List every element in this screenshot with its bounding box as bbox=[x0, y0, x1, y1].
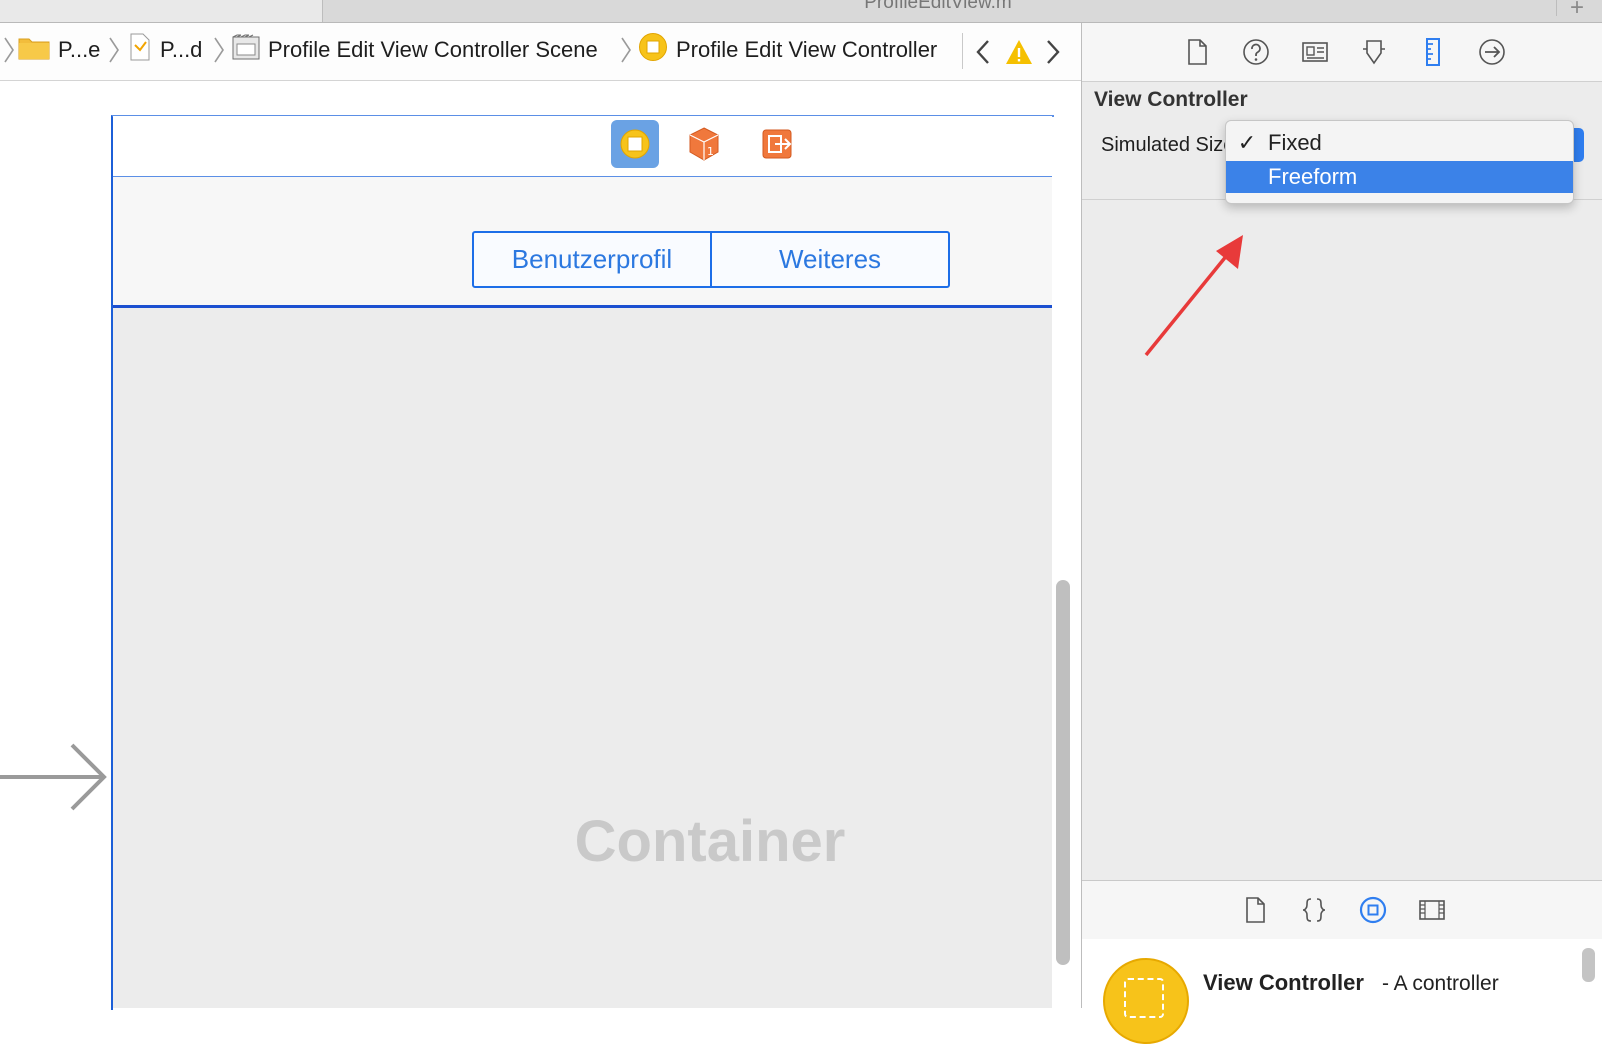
scene-dock: 1 bbox=[113, 116, 1052, 177]
annotation-arrow-icon bbox=[1140, 225, 1260, 360]
simulated-size-label: Simulated Size bbox=[1101, 134, 1229, 156]
segmented-control[interactable]: Benutzerprofil Weiteres bbox=[472, 231, 950, 288]
connections-inspector-icon[interactable] bbox=[1477, 37, 1507, 67]
breadcrumb-label: P...d bbox=[160, 37, 203, 62]
breadcrumb-label: Profile Edit View Controller Scene bbox=[268, 37, 598, 62]
container-label: Container bbox=[574, 809, 846, 874]
quick-help-icon[interactable] bbox=[1241, 37, 1271, 67]
breadcrumb-item-storyboard[interactable]: P...d bbox=[128, 33, 203, 67]
view-controller-icon bbox=[638, 32, 668, 68]
library-scrollbar[interactable] bbox=[1582, 948, 1595, 982]
breadcrumb-separator bbox=[212, 35, 226, 65]
breadcrumb-item-view-controller[interactable]: Profile Edit View Controller bbox=[638, 32, 938, 68]
chevron-left-icon[interactable] bbox=[972, 37, 996, 67]
storyboard-file-icon bbox=[128, 33, 152, 67]
attributes-inspector-icon[interactable] bbox=[1359, 37, 1389, 67]
code-snippet-icon[interactable] bbox=[1299, 895, 1329, 925]
container-view[interactable] bbox=[113, 308, 1052, 1008]
menu-item-freeform[interactable]: Freeform bbox=[1226, 161, 1573, 193]
breadcrumb-item-scene[interactable]: Profile Edit View Controller Scene bbox=[232, 34, 598, 66]
file-template-icon[interactable] bbox=[1240, 895, 1270, 925]
menu-item-fixed[interactable]: ✓ Fixed bbox=[1226, 127, 1573, 159]
canvas-scrollbar[interactable] bbox=[1056, 580, 1070, 965]
jump-bar: P...e P...d Profile Edit View Controller… bbox=[0, 23, 1081, 81]
chevron-right-icon[interactable] bbox=[1040, 37, 1064, 67]
view-controller-icon bbox=[620, 129, 650, 159]
tab-inactive[interactable] bbox=[0, 0, 323, 22]
add-tab-button[interactable]: + bbox=[1556, 0, 1597, 21]
divider bbox=[962, 33, 963, 69]
breadcrumb-separator bbox=[2, 35, 16, 65]
svg-text:1: 1 bbox=[707, 145, 714, 158]
segment-benutzerprofil[interactable]: Benutzerprofil bbox=[474, 233, 710, 286]
first-responder-icon[interactable]: 1 bbox=[684, 124, 724, 164]
file-inspector-icon[interactable] bbox=[1182, 37, 1212, 67]
scene-icon bbox=[232, 34, 260, 66]
warning-icon[interactable] bbox=[1004, 37, 1034, 67]
tab-active-title[interactable]: ProfileEditView.m bbox=[322, 0, 1554, 14]
simulated-size-dropdown-menu[interactable]: ✓ Fixed Freeform bbox=[1225, 120, 1574, 204]
checkmark-icon: ✓ bbox=[1237, 130, 1257, 155]
section-title: View Controller bbox=[1094, 88, 1248, 111]
tab-bar: ProfileEditView.m + bbox=[0, 0, 1602, 23]
breadcrumb-label: Profile Edit View Controller bbox=[676, 37, 938, 62]
breadcrumb-label: P...e bbox=[58, 37, 101, 62]
breadcrumb-item-folder[interactable]: P...e bbox=[18, 35, 100, 65]
size-inspector-icon[interactable] bbox=[1418, 37, 1448, 67]
segment-weiteres[interactable]: Weiteres bbox=[710, 233, 948, 286]
library-tab-bar bbox=[1082, 880, 1602, 940]
media-library-icon[interactable] bbox=[1417, 895, 1447, 925]
inspector-tab-bar bbox=[1082, 23, 1602, 82]
breadcrumb-separator bbox=[619, 35, 633, 65]
exit-icon[interactable] bbox=[757, 124, 797, 164]
initial-view-controller-arrow-icon bbox=[0, 742, 112, 812]
menu-item-label: Freeform bbox=[1268, 164, 1358, 189]
identity-inspector-icon[interactable] bbox=[1300, 37, 1330, 67]
library-item-description: - A controller bbox=[1382, 972, 1499, 995]
folder-icon bbox=[18, 34, 50, 66]
object-library-icon[interactable] bbox=[1358, 895, 1388, 925]
breadcrumb-separator bbox=[107, 35, 121, 65]
scene-dock-view-controller-button[interactable] bbox=[611, 120, 659, 168]
library-item-title: View Controller bbox=[1203, 970, 1364, 995]
menu-item-label: Fixed bbox=[1268, 130, 1322, 155]
